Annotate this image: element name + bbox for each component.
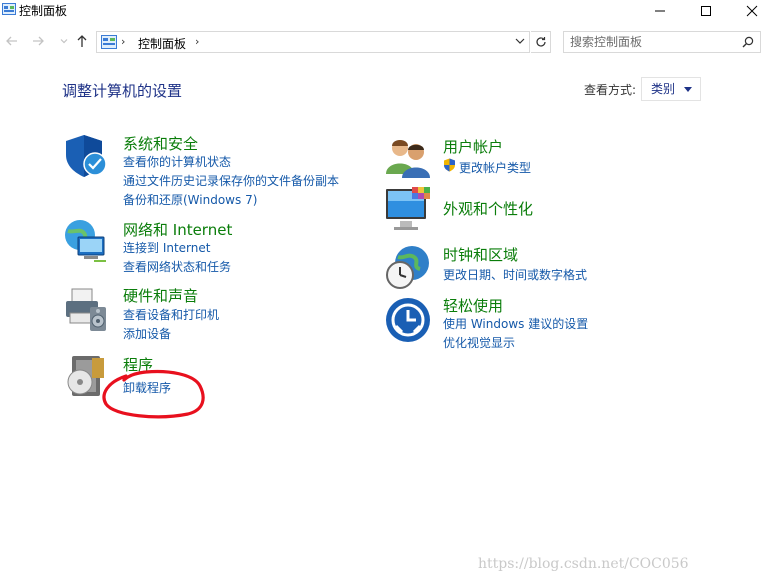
category-title-clock-region[interactable]: 时钟和区域 xyxy=(443,244,518,265)
close-icon xyxy=(746,5,758,17)
arrow-up-icon xyxy=(77,35,87,47)
printer-speaker-icon[interactable] xyxy=(62,285,110,333)
category-title-appearance[interactable]: 外观和个性化 xyxy=(443,198,533,219)
category-title-hardware-sound[interactable]: 硬件和声音 xyxy=(123,285,198,306)
title-bar: 控制面板 xyxy=(0,0,769,22)
minimize-button[interactable] xyxy=(637,0,683,22)
link-devices-printers[interactable]: 查看设备和打印机 xyxy=(123,306,219,323)
breadcrumb-control-panel[interactable]: 控制面板 xyxy=(138,35,186,52)
arrow-right-icon xyxy=(33,36,44,46)
link-windows-suggested-settings[interactable]: 使用 Windows 建议的设置 xyxy=(443,315,588,332)
category-title-network[interactable]: 网络和 Internet xyxy=(123,219,232,240)
control-panel-icon xyxy=(101,35,117,49)
network-globe-icon[interactable] xyxy=(62,217,110,265)
minimize-icon xyxy=(655,10,665,12)
maximize-button[interactable] xyxy=(683,0,729,22)
window-title: 控制面板 xyxy=(19,4,68,18)
dropdown-arrow-icon xyxy=(684,87,692,92)
watermark: https://blog.csdn.net/COC056 xyxy=(478,556,689,572)
category-title-system-security[interactable]: 系统和安全 xyxy=(123,133,198,154)
link-file-history-backup[interactable]: 通过文件历史记录保存你的文件备份副本 xyxy=(123,172,339,189)
search-icon[interactable] xyxy=(742,36,754,48)
back-button[interactable] xyxy=(4,33,20,49)
link-network-status[interactable]: 查看网络状态和任务 xyxy=(123,258,231,275)
category-title-user-accounts[interactable]: 用户帐户 xyxy=(443,136,503,157)
user-accounts-icon[interactable] xyxy=(384,134,432,182)
red-annotation-circle xyxy=(102,369,205,419)
category-title-ease-of-access[interactable]: 轻松使用 xyxy=(443,295,503,316)
appearance-monitor-icon[interactable] xyxy=(384,185,432,233)
refresh-icon xyxy=(535,37,546,47)
clock-globe-icon[interactable] xyxy=(384,243,432,291)
link-add-device[interactable]: 添加设备 xyxy=(123,325,171,342)
refresh-button[interactable] xyxy=(531,31,551,53)
search-box[interactable] xyxy=(563,31,761,53)
recent-locations-button[interactable] xyxy=(56,33,72,49)
navigation-bar: › 控制面板 › xyxy=(0,29,769,55)
ease-of-access-icon[interactable] xyxy=(384,296,432,344)
close-button[interactable] xyxy=(729,0,769,22)
link-connect-internet[interactable]: 连接到 Internet xyxy=(123,239,210,256)
chevron-down-icon xyxy=(60,39,68,44)
link-backup-restore[interactable]: 备份和还原(Windows 7) xyxy=(123,191,257,208)
link-change-account-type[interactable]: 更改帐户类型 xyxy=(459,159,531,176)
up-button[interactable] xyxy=(74,33,90,49)
forward-button[interactable] xyxy=(30,33,46,49)
link-change-date-time-format[interactable]: 更改日期、时间或数字格式 xyxy=(443,266,587,283)
control-panel-icon xyxy=(2,3,16,15)
address-bar[interactable]: › 控制面板 › xyxy=(96,31,530,53)
link-optimize-visual-display[interactable]: 优化视觉显示 xyxy=(443,334,515,351)
chevron-down-icon[interactable] xyxy=(515,36,525,46)
arrow-left-icon xyxy=(6,36,17,46)
security-shield-icon[interactable] xyxy=(62,131,110,179)
page-title: 调整计算机的设置 xyxy=(62,82,183,100)
breadcrumb-chevron-icon[interactable]: › xyxy=(195,35,199,48)
maximize-icon xyxy=(701,6,711,16)
view-by-value: 类别 xyxy=(651,82,676,96)
breadcrumb-chevron-icon[interactable]: › xyxy=(121,35,125,48)
view-by-dropdown[interactable]: 类别 xyxy=(641,77,701,101)
view-by-label: 查看方式: xyxy=(584,83,637,97)
uac-shield-icon xyxy=(444,158,455,172)
search-input[interactable] xyxy=(564,32,734,52)
link-view-computer-status[interactable]: 查看你的计算机状态 xyxy=(123,153,231,170)
